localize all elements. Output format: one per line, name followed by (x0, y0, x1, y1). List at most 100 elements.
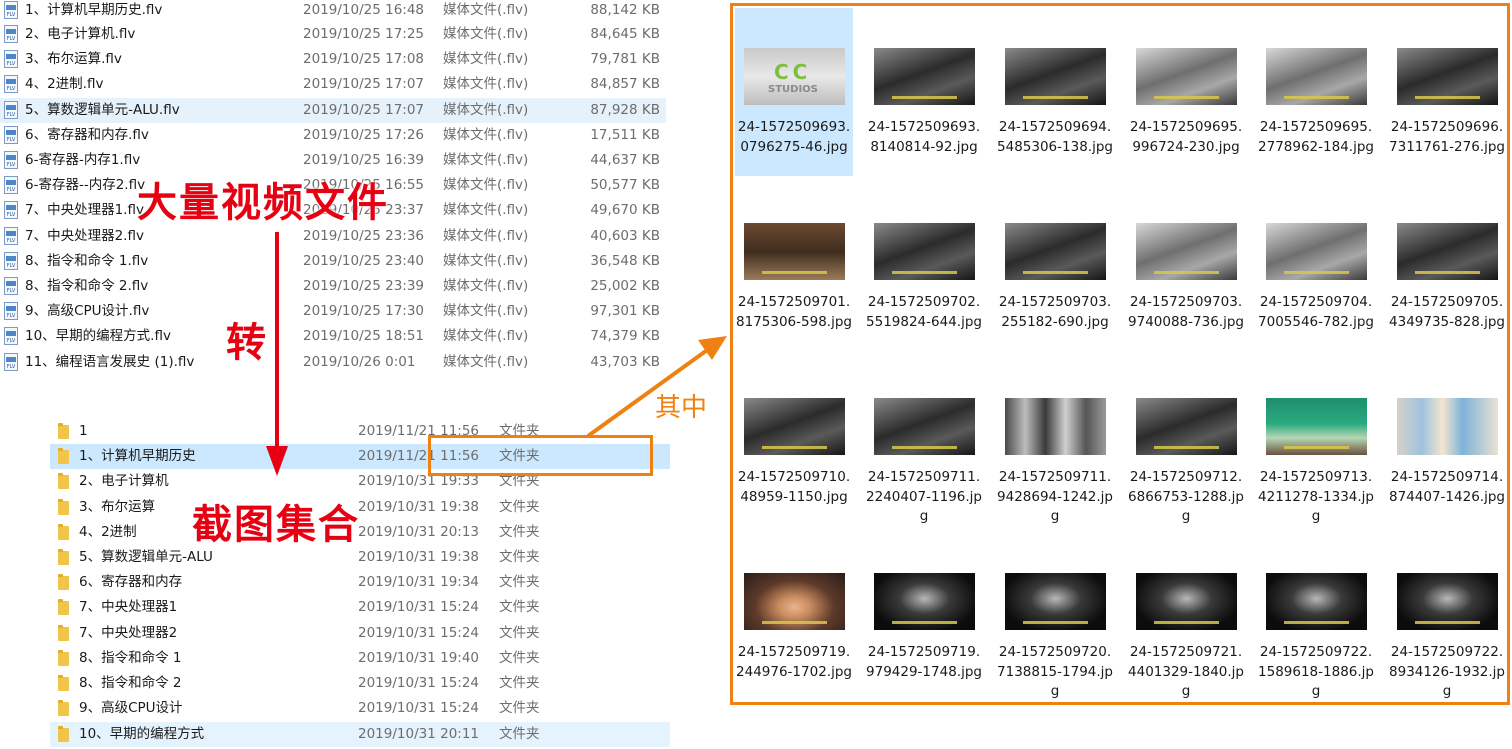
file-name: 2、电子计算机.flv (25, 26, 136, 42)
thumbnail-filename: 24-1572509712.6866753-1288.jpg (1128, 469, 1244, 524)
thumbnail-item[interactable]: 24-1572509701.8175306-598.jpg (735, 183, 853, 351)
file-name: 4、2进制.flv (25, 76, 104, 92)
thumbnail-item[interactable]: 24-1572509720.7138815-1794.jpg (996, 533, 1114, 701)
file-date: 2019/10/25 17:30 (303, 303, 425, 319)
thumbnail-item[interactable]: 24-1572509722.1589618-1886.jpg (1257, 533, 1375, 701)
file-row[interactable]: 8、指令和命令 2.flv 2019/10/25 23:39 媒体文件(.flv) 2… (0, 274, 666, 299)
thumbnail-filename: 24-1572509719.244976-1702.jpg (736, 644, 852, 680)
folder-icon (58, 423, 69, 439)
folder-row-hover[interactable]: 10、早期的编程方式 2019/10/31 20:11 文件夹 (50, 722, 670, 747)
thumbnail-filename: 24-1572509711.9428694-1242.jpg (997, 469, 1113, 524)
thumbnail-item[interactable]: 24-1572509705.4349735-828.jpg (1388, 183, 1506, 351)
file-name: 1、计算机早期历史.flv (25, 2, 163, 18)
thumbnail-item[interactable]: 24-1572509711.9428694-1242.jpg (996, 358, 1114, 526)
thumbnail-filename: 24-1572509695.996724-230.jpg (1129, 119, 1243, 155)
folder-row[interactable]: 4、2进制 2019/10/31 20:13 文件夹 (50, 520, 670, 545)
thumbnail-filename: 24-1572509719.979429-1748.jpg (866, 644, 982, 680)
screenshot-collection-label: 截图集合 (192, 502, 360, 548)
folder-row[interactable]: 5、算数逻辑单元-ALU 2019/10/31 19:38 文件夹 (50, 545, 670, 570)
file-date: 2019/10/25 16:48 (303, 2, 425, 18)
thumbnail-item[interactable]: 24-1572509703.9740088-736.jpg (1127, 183, 1245, 351)
thumbnail-image (1005, 223, 1106, 280)
thumbnail-item[interactable]: 24-1572509696.7311761-276.jpg (1388, 8, 1506, 176)
thumbnail-image (1005, 48, 1106, 105)
flv-file-icon (4, 176, 18, 194)
folder-row[interactable]: 8、指令和命令 1 2019/10/31 19:40 文件夹 (50, 646, 670, 671)
file-row[interactable]: 2、电子计算机.flv 2019/10/25 17:25 媒体文件(.flv) 84,… (0, 22, 666, 47)
thumbnail-image (1266, 398, 1367, 455)
thumbnail-item[interactable]: 24-1572509721.4401329-1840.jpg (1127, 533, 1245, 701)
folder-icon (58, 574, 69, 590)
thumbnail-item-selected[interactable]: 24-1572509693.0796275-46.jpg (735, 8, 853, 176)
file-row[interactable]: 8、指令和命令 1.flv 2019/10/25 23:40 媒体文件(.flv) 3… (0, 249, 666, 274)
thumbnail-item[interactable]: 24-1572509719.979429-1748.jpg (865, 533, 983, 701)
file-row[interactable]: 4、2进制.flv 2019/10/25 17:07 媒体文件(.flv) 84,85… (0, 72, 666, 97)
file-date: 2019/10/25 17:25 (303, 26, 425, 42)
down-arrow-annotation (266, 232, 288, 476)
thumbnail-image (1266, 48, 1367, 105)
thumbnail-image (744, 398, 845, 455)
file-size: 44,637 KB (590, 152, 660, 168)
thumbnail-image (1005, 398, 1106, 455)
file-date: 2019/10/25 23:40 (303, 253, 425, 269)
folder-type: 文件夹 (499, 524, 540, 540)
file-row[interactable]: 11、编程语言发展史 (1).flv 2019/10/26 0:01 媒体文件(.f… (0, 350, 666, 375)
file-size: 36,548 KB (590, 253, 660, 269)
file-row[interactable]: 10、早期的编程方式.flv 2019/10/25 18:51 媒体文件(.flv)… (0, 324, 666, 349)
thumbnail-item[interactable]: 24-1572509695.2778962-184.jpg (1257, 8, 1375, 176)
folder-row[interactable]: 3、布尔运算 2019/10/31 19:38 文件夹 (50, 495, 670, 520)
folder-row[interactable]: 8、指令和命令 2 2019/10/31 15:24 文件夹 (50, 671, 670, 696)
thumbnail-item[interactable]: 24-1572509694.5485306-138.jpg (996, 8, 1114, 176)
file-type: 媒体文件(.flv) (443, 26, 529, 42)
folder-date: 2019/10/31 20:13 (358, 524, 480, 540)
thumbnail-image (744, 573, 845, 630)
folder-date: 2019/10/31 19:38 (358, 549, 480, 565)
cc-studios-thumbnail (744, 48, 845, 105)
thumbnail-item[interactable]: 24-1572509704.7005546-782.jpg (1257, 183, 1375, 351)
thumbnail-item[interactable]: 24-1572509719.244976-1702.jpg (735, 533, 853, 701)
file-name: 5、算数逻辑单元-ALU.flv (25, 102, 180, 118)
thumbnail-filename: 24-1572509701.8175306-598.jpg (736, 294, 852, 330)
file-row[interactable]: 9、高级CPU设计.flv 2019/10/25 17:30 媒体文件(.flv) 9… (0, 299, 666, 324)
thumbnail-item[interactable]: 24-1572509702.5519824-644.jpg (865, 183, 983, 351)
flv-file-icon (4, 252, 18, 270)
folder-row[interactable]: 7、中央处理器2 2019/10/31 15:24 文件夹 (50, 621, 670, 646)
file-size: 49,670 KB (590, 202, 660, 218)
file-row[interactable]: 1、计算机早期历史.flv 2019/10/25 16:48 媒体文件(.flv) 8… (0, 0, 666, 23)
thumbnail-item[interactable]: 24-1572509693.8140814-92.jpg (865, 8, 983, 176)
thumbnail-image (1397, 573, 1498, 630)
many-videos-label: 大量视频文件 (137, 180, 389, 226)
file-size: 79,781 KB (590, 51, 660, 67)
thumbnail-image (874, 398, 975, 455)
thumbnail-image (1136, 573, 1237, 630)
thumbnail-item[interactable]: 24-1572509722.8934126-1932.jpg (1388, 533, 1506, 701)
file-row[interactable]: 6、寄存器和内存.flv 2019/10/25 17:26 媒体文件(.flv) 17… (0, 123, 666, 148)
thumbnail-item[interactable]: 24-1572509714.874407-1426.jpg (1388, 358, 1506, 526)
thumbnail-item[interactable]: 24-1572509712.6866753-1288.jpg (1127, 358, 1245, 526)
folder-icon (58, 524, 69, 540)
thumbnail-item[interactable]: 24-1572509710.48959-1150.jpg (735, 358, 853, 526)
thumbnail-item[interactable]: 24-1572509695.996724-230.jpg (1127, 8, 1245, 176)
thumbnail-image (874, 48, 975, 105)
folder-row[interactable]: 7、中央处理器1 2019/10/31 15:24 文件夹 (50, 595, 670, 620)
folder-row[interactable]: 6、寄存器和内存 2019/10/31 19:34 文件夹 (50, 570, 670, 595)
thumbnail-item[interactable]: 24-1572509711.2240407-1196.jpg (865, 358, 983, 526)
file-name: 6、寄存器和内存.flv (25, 127, 149, 143)
thumbnail-item[interactable]: 24-1572509713.4211278-1334.jpg (1257, 358, 1375, 526)
flv-file-icon (4, 151, 18, 169)
file-type: 媒体文件(.flv) (443, 127, 529, 143)
folder-name: 7、中央处理器2 (79, 625, 178, 641)
folder-row[interactable]: 9、高级CPU设计 2019/10/31 15:24 文件夹 (50, 696, 670, 721)
flv-file-icon (4, 327, 18, 345)
folder-type: 文件夹 (499, 625, 540, 641)
thumbnail-image (744, 223, 845, 280)
file-type: 媒体文件(.flv) (443, 278, 529, 294)
thumbnail-filename: 24-1572509721.4401329-1840.jpg (1128, 644, 1244, 699)
file-row-selected[interactable]: 5、算数逻辑单元-ALU.flv 2019/10/25 17:07 媒体文件(.fl… (0, 98, 666, 123)
file-row[interactable]: 3、布尔运算.flv 2019/10/25 17:08 媒体文件(.flv) 79,7… (0, 47, 666, 72)
thumbnail-item[interactable]: 24-1572509703.255182-690.jpg (996, 183, 1114, 351)
folder-icon (58, 499, 69, 515)
thumbnail-filename: 24-1572509703.9740088-736.jpg (1128, 294, 1244, 330)
file-date: 2019/10/26 0:01 (303, 354, 416, 370)
folder-icon (58, 650, 69, 666)
